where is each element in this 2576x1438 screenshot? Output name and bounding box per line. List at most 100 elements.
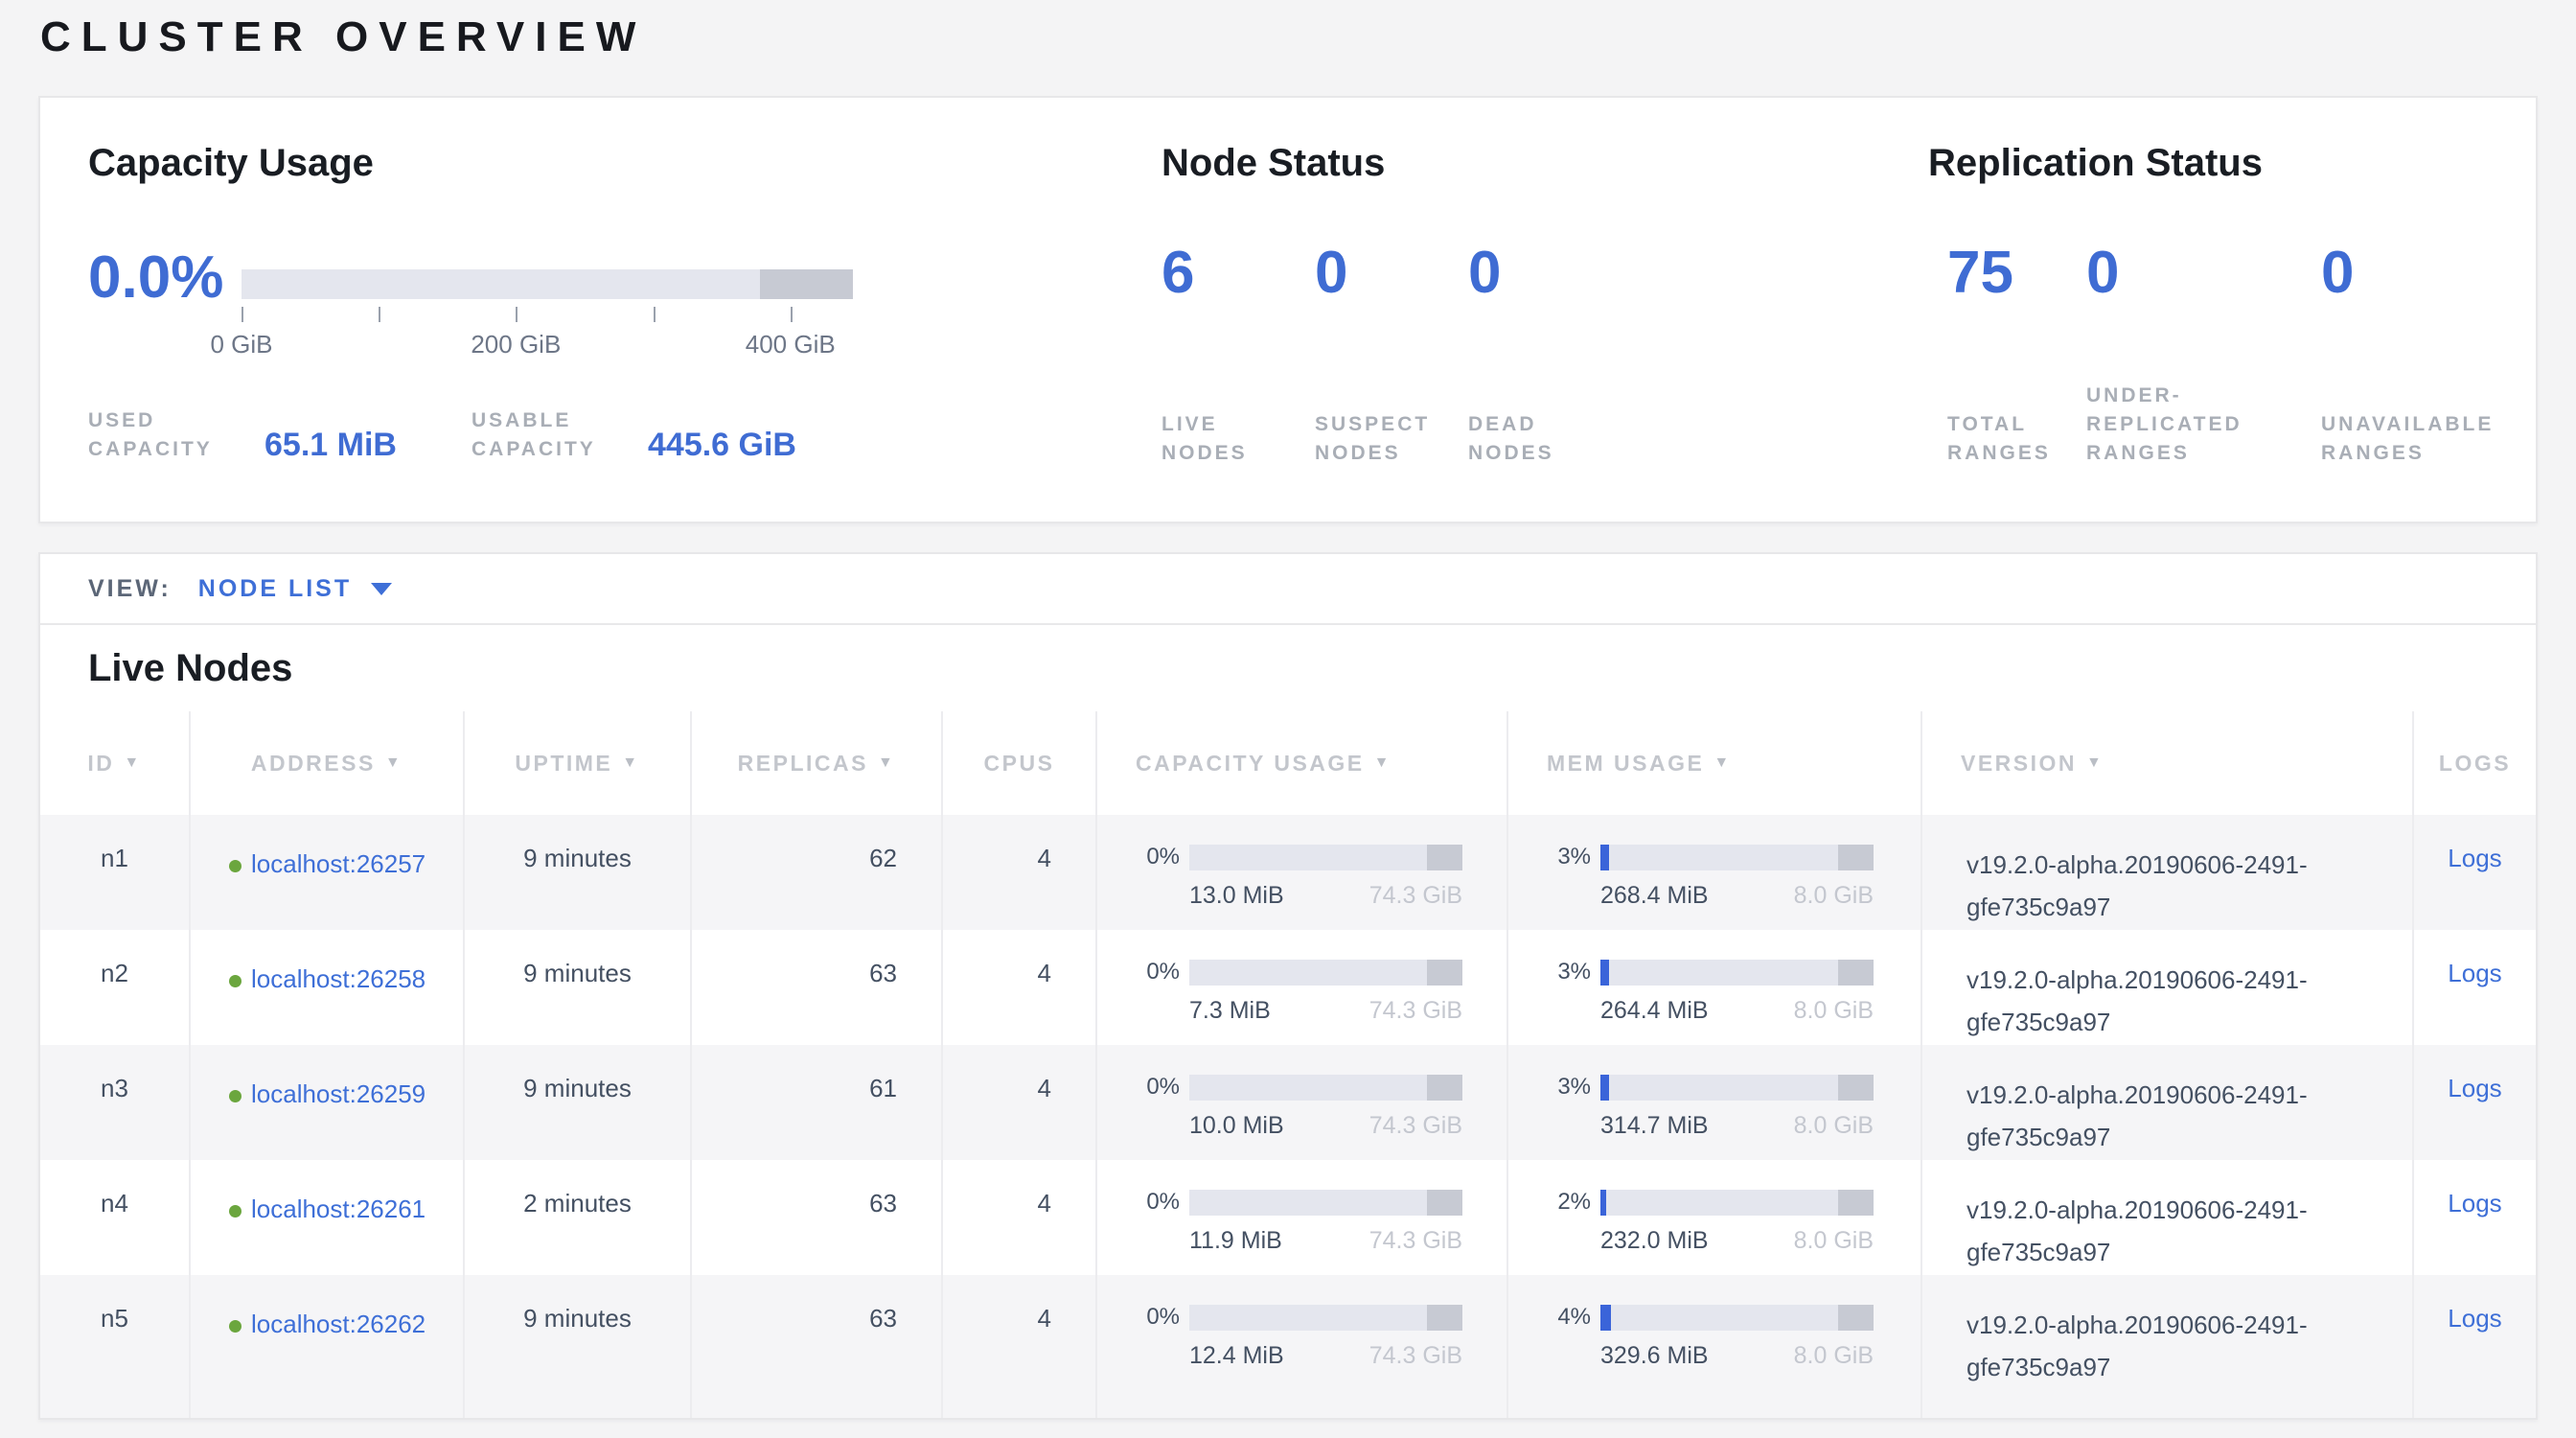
mem-percent: 3%	[1537, 844, 1591, 870]
mem-bar	[1600, 960, 1874, 986]
replication-status-stats: 75 TOTAL RANGES 0 UNDER-REPLICATED RANGE…	[1947, 242, 2570, 468]
node-address-link[interactable]: localhost:26258	[251, 964, 426, 993]
view-dropdown-value: NODE LIST	[198, 575, 352, 603]
table-row: n2 localhost:26258 9 minutes 63 4 0% 7.3…	[40, 930, 2536, 1045]
mem-total-value: 8.0 GiB	[1794, 1227, 1874, 1255]
node-capacity-usage-cell: 0% 11.9 MiB 74.3 GiB	[1097, 1160, 1508, 1275]
view-dropdown[interactable]: NODE LIST	[198, 575, 392, 603]
gauge-tick	[379, 307, 380, 322]
column-header-label: CPUS	[984, 751, 1055, 777]
mem-used-value: 268.4 MiB	[1600, 882, 1709, 910]
mem-total-value: 8.0 GiB	[1794, 997, 1874, 1025]
capacity-used-value: 10.0 MiB	[1189, 1112, 1284, 1140]
mem-bar	[1600, 845, 1874, 870]
suspect-nodes-count: 0	[1315, 242, 1468, 304]
chevron-down-icon	[371, 583, 392, 595]
node-logs-cell: Logs	[2414, 1160, 2536, 1275]
node-capacity-usage-cell: 0% 7.3 MiB 74.3 GiB	[1097, 930, 1508, 1045]
mem-bar	[1600, 1305, 1874, 1331]
column-header-address[interactable]: ADDRESS▼	[191, 711, 465, 815]
sort-arrow-icon: ▼	[124, 754, 141, 772]
used-capacity-stat: USED CAPACITY 65.1 MiB	[88, 406, 397, 464]
column-header-label: CAPACITY USAGE	[1136, 751, 1365, 777]
node-address-link[interactable]: localhost:26257	[251, 849, 426, 878]
table-row-partial	[40, 1390, 2536, 1420]
node-cpus-cell: 4	[943, 930, 1097, 1045]
node-uptime-cell: 9 minutes	[465, 1275, 692, 1390]
column-header-capacity-usage[interactable]: CAPACITY USAGE▼	[1097, 711, 1508, 815]
capacity-gauge-reserved-segment	[760, 269, 853, 299]
node-uptime-cell: 9 minutes	[465, 1045, 692, 1160]
logs-link[interactable]: Logs	[2448, 1304, 2501, 1333]
mem-used-value: 314.7 MiB	[1600, 1112, 1709, 1140]
replication-status-heading: Replication Status	[1928, 142, 2263, 185]
node-logs-cell: Logs	[2414, 1045, 2536, 1160]
node-mem-usage-cell: 3% 264.4 MiB 8.0 GiB	[1508, 930, 1922, 1045]
node-address-cell: localhost:26257	[191, 815, 465, 930]
page-title: CLUSTER OVERVIEW	[40, 13, 646, 61]
capacity-used-value: 12.4 MiB	[1189, 1342, 1284, 1370]
live-nodes-count: 6	[1162, 242, 1315, 304]
node-version-cell: v19.2.0-alpha.20190606-2491-gfe735c9a97	[1922, 930, 2414, 1045]
node-uptime-cell: 9 minutes	[465, 815, 692, 930]
capacity-bar-reserved-segment	[1427, 1075, 1462, 1101]
column-header-id[interactable]: ID▼	[40, 711, 191, 815]
sort-arrow-icon: ▼	[2086, 754, 2104, 772]
node-replicas-cell: 63	[692, 1160, 943, 1275]
mem-bar-fill	[1600, 845, 1609, 870]
logs-link[interactable]: Logs	[2448, 959, 2501, 987]
gauge-tick-label: 400 GiB	[746, 330, 836, 360]
capacity-used-value: 11.9 MiB	[1189, 1227, 1282, 1255]
mem-bar-fill	[1600, 960, 1609, 986]
node-replicas-cell: 63	[692, 1275, 943, 1390]
logs-link[interactable]: Logs	[2448, 1189, 2501, 1218]
node-cpus-cell: 4	[943, 1045, 1097, 1160]
unavailable-ranges-stat: 0 UNAVAILABLE RANGES	[2321, 242, 2570, 468]
capacity-bar	[1189, 1075, 1462, 1101]
mem-total-value: 8.0 GiB	[1794, 1112, 1874, 1140]
logs-link[interactable]: Logs	[2448, 844, 2501, 872]
column-header-mem-usage[interactable]: MEM USAGE▼	[1508, 711, 1922, 815]
dead-nodes-stat: 0 DEAD NODES	[1468, 242, 1622, 468]
gauge-tick	[242, 307, 243, 322]
column-header-version[interactable]: VERSION▼	[1922, 711, 2414, 815]
unavailable-ranges-label: UNAVAILABLE RANGES	[2321, 410, 2570, 468]
node-cpus-cell: 4	[943, 815, 1097, 930]
capacity-bar	[1189, 1190, 1462, 1216]
node-address-cell: localhost:26262	[191, 1275, 465, 1390]
gauge-tick	[654, 307, 656, 322]
mem-bar-fill	[1600, 1190, 1606, 1216]
node-cpus-cell: 4	[943, 1160, 1097, 1275]
mem-bar-reserved-segment	[1838, 1190, 1874, 1216]
mem-bar-reserved-segment	[1838, 1305, 1874, 1331]
live-nodes-table: ID▼ADDRESS▼UPTIME▼REPLICAS▼ CPUS CAPACITY …	[40, 711, 2536, 1420]
node-capacity-usage-cell: 0% 10.0 MiB 74.3 GiB	[1097, 1045, 1508, 1160]
mem-bar	[1600, 1190, 1874, 1216]
node-address-link[interactable]: localhost:26262	[251, 1310, 426, 1338]
usable-capacity-label: USABLE CAPACITY	[472, 406, 634, 464]
under-replicated-ranges-count: 0	[2086, 242, 2321, 304]
mem-percent: 3%	[1537, 959, 1591, 986]
mem-used-value: 264.4 MiB	[1600, 997, 1709, 1025]
node-capacity-usage-cell: 0% 12.4 MiB 74.3 GiB	[1097, 1275, 1508, 1390]
node-replicas-cell: 61	[692, 1045, 943, 1160]
suspect-nodes-stat: 0 SUSPECT NODES	[1315, 242, 1468, 468]
node-uptime-cell: 2 minutes	[465, 1160, 692, 1275]
usable-capacity-value: 445.6 GiB	[648, 427, 796, 464]
capacity-bar	[1189, 845, 1462, 870]
column-header-uptime[interactable]: UPTIME▼	[465, 711, 692, 815]
capacity-bar-reserved-segment	[1427, 960, 1462, 986]
node-address-link[interactable]: localhost:26261	[251, 1194, 426, 1223]
sort-arrow-icon: ▼	[878, 754, 895, 772]
logs-link[interactable]: Logs	[2448, 1074, 2501, 1102]
column-header-replicas[interactable]: REPLICAS▼	[692, 711, 943, 815]
mem-bar-fill	[1600, 1075, 1609, 1101]
capacity-bar	[1189, 1305, 1462, 1331]
node-address-link[interactable]: localhost:26259	[251, 1079, 426, 1108]
gauge-tick	[791, 307, 793, 322]
node-version-cell: v19.2.0-alpha.20190606-2491-gfe735c9a97	[1922, 815, 2414, 930]
mem-percent: 3%	[1537, 1074, 1591, 1101]
used-capacity-label: USED CAPACITY	[88, 406, 251, 464]
node-uptime-cell: 9 minutes	[465, 930, 692, 1045]
table-row: n3 localhost:26259 9 minutes 61 4 0% 10.…	[40, 1045, 2536, 1160]
